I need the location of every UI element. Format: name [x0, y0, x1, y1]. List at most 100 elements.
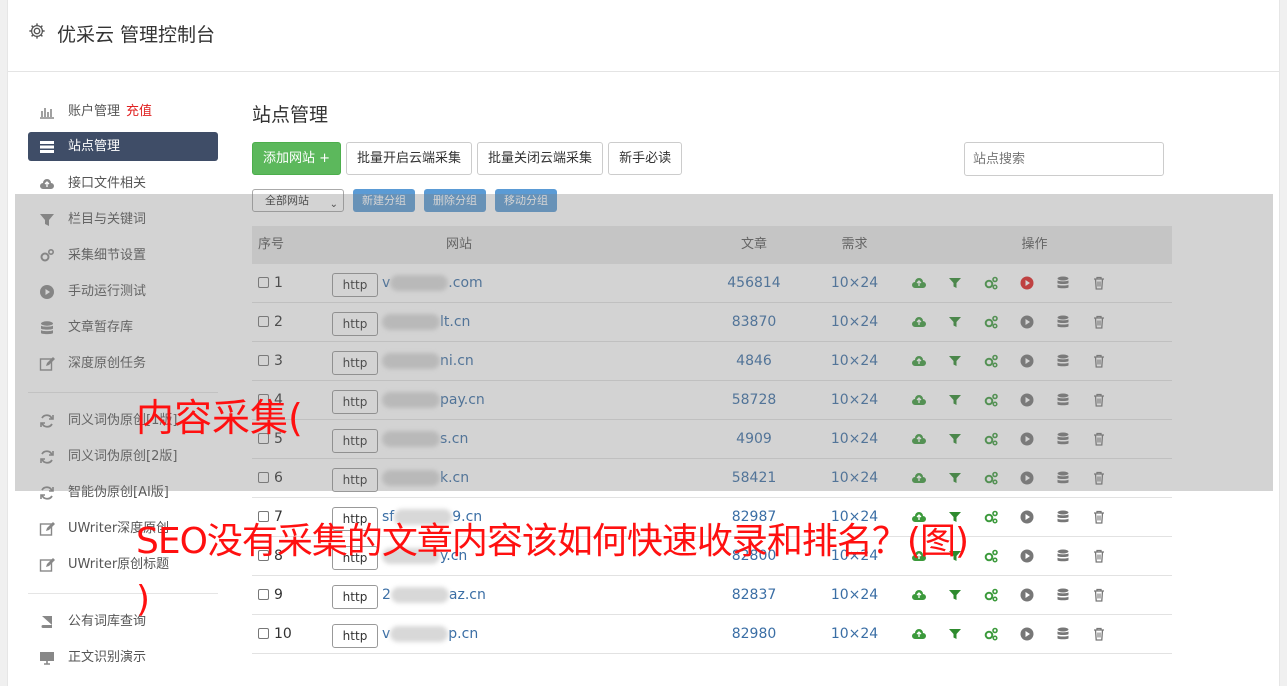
batch-open-cloud-button[interactable]: 批量开启云端采集: [346, 142, 473, 175]
protocol-button[interactable]: http: [332, 273, 378, 297]
row-checkbox[interactable]: [258, 628, 269, 639]
demand-value[interactable]: 10×24: [812, 615, 897, 653]
cloud-upload-icon[interactable]: [911, 353, 927, 369]
database-icon[interactable]: [1055, 587, 1071, 603]
database-icon[interactable]: [1055, 392, 1071, 408]
cloud-upload-icon[interactable]: [911, 392, 927, 408]
gears-icon[interactable]: [983, 275, 999, 291]
database-icon[interactable]: [1055, 431, 1071, 447]
database-icon[interactable]: [1055, 548, 1071, 564]
article-count[interactable]: 82837: [696, 576, 812, 614]
cloud-upload-icon[interactable]: [911, 431, 927, 447]
article-count[interactable]: 83870: [696, 303, 812, 341]
site-search-input[interactable]: [964, 142, 1164, 176]
row-checkbox[interactable]: [258, 355, 269, 366]
demand-value[interactable]: 10×24: [812, 576, 897, 614]
play-icon[interactable]: [1019, 275, 1035, 291]
sidebar-item-public-lexicon[interactable]: 公有词库查询: [28, 604, 218, 640]
database-icon[interactable]: [1055, 470, 1071, 486]
play-icon[interactable]: [1019, 470, 1035, 486]
guide-button[interactable]: 新手必读: [608, 142, 683, 175]
sidebar-item-keywords[interactable]: 栏目与关键词: [28, 202, 218, 238]
trash-icon[interactable]: [1091, 470, 1107, 486]
protocol-button[interactable]: http: [332, 390, 378, 414]
add-site-button[interactable]: 添加网站 +: [252, 142, 342, 175]
trash-icon[interactable]: [1091, 587, 1107, 603]
filter-icon[interactable]: [947, 431, 963, 447]
play-icon[interactable]: [1019, 392, 1035, 408]
site-domain-link[interactable]: v p.cn: [382, 615, 478, 653]
move-group-button[interactable]: 移动分组: [495, 189, 557, 212]
sidebar-item-collect-settings[interactable]: 采集细节设置: [28, 238, 218, 274]
cloud-upload-icon[interactable]: [911, 626, 927, 642]
trash-icon[interactable]: [1091, 626, 1107, 642]
article-count[interactable]: 58728: [696, 381, 812, 419]
sidebar-item-article-store[interactable]: 文章暂存库: [28, 310, 218, 346]
filter-icon[interactable]: [947, 587, 963, 603]
sidebar-item-deep-original[interactable]: 深度原创任务: [28, 346, 218, 382]
gears-icon[interactable]: [983, 548, 999, 564]
play-icon[interactable]: [1019, 353, 1035, 369]
sidebar-item-synonym-v2[interactable]: 同义词伪原创[2版]: [28, 439, 218, 475]
new-group-button[interactable]: 新建分组: [353, 189, 415, 212]
play-icon[interactable]: [1019, 587, 1035, 603]
article-count[interactable]: 82980: [696, 615, 812, 653]
cloud-upload-icon[interactable]: [911, 314, 927, 330]
trash-icon[interactable]: [1091, 392, 1107, 408]
sidebar-item-text-recognition[interactable]: 正文识别演示: [28, 640, 218, 676]
filter-icon[interactable]: [947, 626, 963, 642]
filter-icon[interactable]: [947, 314, 963, 330]
demand-value[interactable]: 10×24: [812, 342, 897, 380]
play-icon[interactable]: [1019, 548, 1035, 564]
filter-icon[interactable]: [947, 353, 963, 369]
gears-icon[interactable]: [983, 314, 999, 330]
gears-icon[interactable]: [983, 392, 999, 408]
gears-icon[interactable]: [983, 509, 999, 525]
row-checkbox[interactable]: [258, 277, 269, 288]
trash-icon[interactable]: [1091, 353, 1107, 369]
sidebar-item-interface[interactable]: 接口文件相关: [28, 166, 218, 202]
batch-close-cloud-button[interactable]: 批量关闭云端采集: [477, 142, 604, 175]
gears-icon[interactable]: [983, 587, 999, 603]
database-icon[interactable]: [1055, 353, 1071, 369]
demand-value[interactable]: 10×24: [812, 459, 897, 497]
gears-icon[interactable]: [983, 626, 999, 642]
demand-value[interactable]: 10×24: [812, 264, 897, 302]
row-checkbox[interactable]: [258, 472, 269, 483]
gears-icon[interactable]: [983, 353, 999, 369]
trash-icon[interactable]: [1091, 548, 1107, 564]
protocol-button[interactable]: http: [332, 429, 378, 453]
database-icon[interactable]: [1055, 509, 1071, 525]
sidebar-item-ai-rewrite[interactable]: 智能伪原创[AI版]: [28, 475, 218, 511]
database-icon[interactable]: [1055, 626, 1071, 642]
site-domain-link[interactable]: k.cn: [382, 459, 469, 497]
cloud-upload-icon[interactable]: [911, 587, 927, 603]
cloud-upload-icon[interactable]: [911, 275, 927, 291]
protocol-button[interactable]: http: [332, 585, 378, 609]
site-domain-link[interactable]: pay.cn: [382, 381, 485, 419]
filter-icon[interactable]: [947, 470, 963, 486]
row-checkbox[interactable]: [258, 589, 269, 600]
trash-icon[interactable]: [1091, 314, 1107, 330]
filter-icon[interactable]: [947, 275, 963, 291]
site-domain-link[interactable]: 2 az.cn: [382, 576, 486, 614]
article-count[interactable]: 4846: [696, 342, 812, 380]
site-domain-link[interactable]: s.cn: [382, 420, 468, 458]
filter-icon[interactable]: [947, 392, 963, 408]
row-checkbox[interactable]: [258, 316, 269, 327]
trash-icon[interactable]: [1091, 275, 1107, 291]
database-icon[interactable]: [1055, 314, 1071, 330]
article-count[interactable]: 58421: [696, 459, 812, 497]
demand-value[interactable]: 10×24: [812, 303, 897, 341]
site-domain-link[interactable]: ni.cn: [382, 342, 474, 380]
gears-icon[interactable]: [983, 431, 999, 447]
protocol-button[interactable]: http: [332, 312, 378, 336]
article-count[interactable]: 4909: [696, 420, 812, 458]
database-icon[interactable]: [1055, 275, 1071, 291]
recharge-link[interactable]: 充值: [126, 104, 152, 119]
play-icon[interactable]: [1019, 509, 1035, 525]
sidebar-item-manual-run[interactable]: 手动运行测试: [28, 274, 218, 310]
play-icon[interactable]: [1019, 626, 1035, 642]
play-icon[interactable]: [1019, 431, 1035, 447]
trash-icon[interactable]: [1091, 509, 1107, 525]
